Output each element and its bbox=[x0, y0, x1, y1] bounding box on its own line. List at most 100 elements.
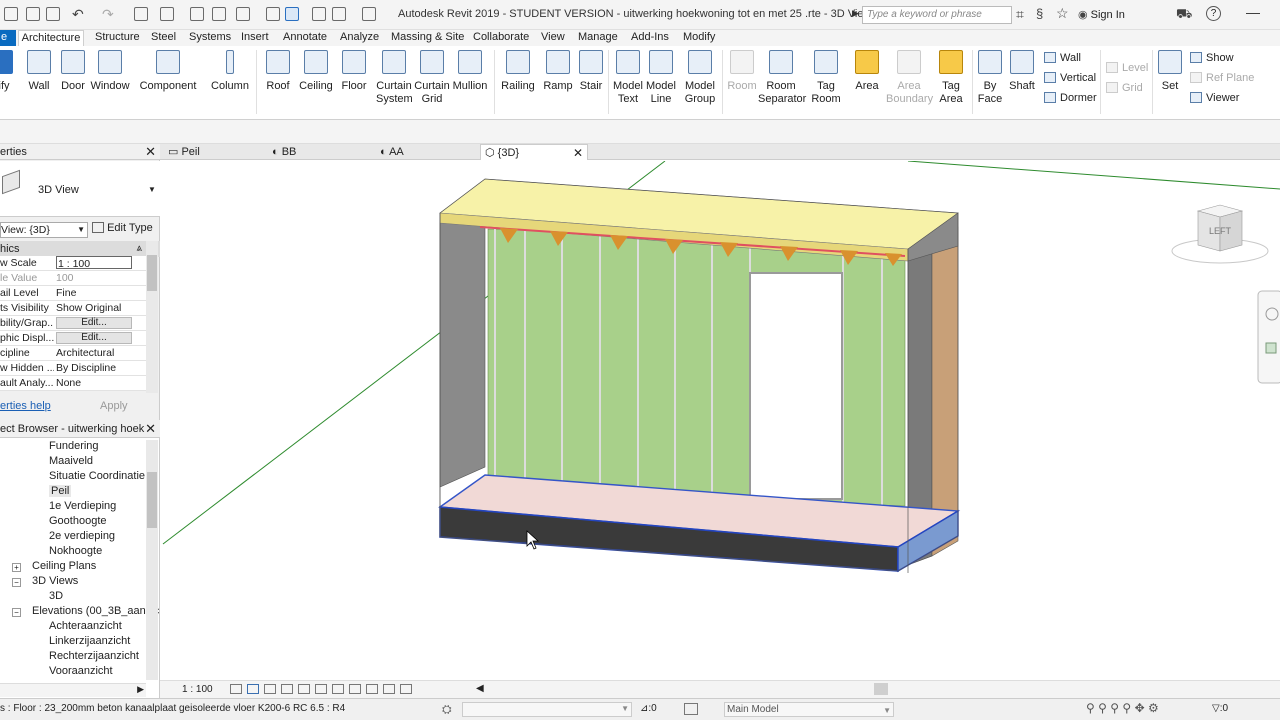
browser-tree-item[interactable]: Situatie Coordinatie bbox=[49, 470, 145, 482]
tab-add-ins[interactable]: Add-Ins bbox=[631, 30, 669, 46]
crop-view-icon[interactable] bbox=[298, 684, 310, 694]
room-button[interactable]: Room bbox=[726, 50, 758, 93]
door-button[interactable]: Door bbox=[58, 50, 88, 93]
browser-tree-item[interactable]: Nokhoogte bbox=[49, 545, 102, 557]
browser-h-scrollbar[interactable]: ▶ bbox=[0, 683, 146, 697]
tree-expander-icon[interactable]: − bbox=[12, 608, 21, 617]
select-underlay-icon[interactable]: ⚲ bbox=[1098, 701, 1107, 715]
play-icon[interactable]: ▶ bbox=[852, 8, 859, 19]
view-scale[interactable]: 1 : 100 bbox=[182, 684, 213, 695]
favorites-star-icon[interactable]: ☆ bbox=[1056, 5, 1069, 22]
sync-icon[interactable] bbox=[46, 7, 60, 21]
browser-tree-item[interactable]: Rechterzijaanzicht bbox=[49, 650, 139, 662]
tag-icon[interactable] bbox=[212, 7, 226, 21]
property-value[interactable]: Architectural bbox=[56, 346, 144, 360]
cart-icon[interactable]: ⛟ bbox=[1176, 6, 1192, 24]
tab-analyze[interactable]: Analyze bbox=[340, 30, 379, 46]
area-boundary-button[interactable]: Area Boundary bbox=[886, 50, 933, 106]
browser-tree-item[interactable]: Peil bbox=[49, 485, 72, 497]
redo-icon[interactable]: ↷ bbox=[102, 6, 114, 23]
vertical-button[interactable]: Vertical bbox=[1044, 72, 1096, 84]
property-value-input[interactable]: 1 : 100 bbox=[56, 256, 132, 269]
level-button[interactable]: Level bbox=[1106, 62, 1148, 74]
save-icon[interactable] bbox=[26, 7, 40, 21]
show-button[interactable]: Show bbox=[1190, 52, 1234, 64]
subscription-icon[interactable]: § bbox=[1036, 6, 1043, 21]
property-value[interactable]: None bbox=[56, 376, 144, 390]
scrollbar-thumb[interactable] bbox=[147, 472, 157, 528]
editable-only-count[interactable]: ⊿:0 bbox=[640, 703, 657, 714]
browser-tree-item[interactable]: Vooraanzicht bbox=[49, 665, 113, 677]
by-face-button[interactable]: By Face bbox=[976, 50, 1004, 106]
properties-scrollbar[interactable] bbox=[146, 241, 158, 393]
scroll-left-icon[interactable]: ◀ bbox=[476, 683, 484, 694]
tab-architecture[interactable]: Architecture bbox=[18, 30, 84, 46]
sign-in-button[interactable]: ◉ Sign In bbox=[1078, 8, 1125, 21]
roof-button[interactable]: Roof bbox=[263, 50, 293, 93]
canvas-h-scrollbar-thumb[interactable] bbox=[874, 683, 888, 695]
ref-plane-button[interactable]: Ref Plane bbox=[1190, 72, 1254, 84]
property-value[interactable]: Fine bbox=[56, 286, 144, 300]
stair-button[interactable]: Stair bbox=[576, 50, 606, 93]
dimension-icon[interactable] bbox=[190, 7, 204, 21]
column-button[interactable]: Column bbox=[210, 50, 250, 93]
temp-hide-icon[interactable] bbox=[349, 684, 361, 694]
sun-path-icon[interactable] bbox=[264, 684, 276, 694]
browser-tree-item[interactable]: 3D bbox=[49, 590, 63, 602]
select-by-face-icon[interactable]: ⚲ bbox=[1122, 701, 1131, 715]
curtain-system-button[interactable]: Curtain System bbox=[376, 50, 413, 106]
tab-massing-site[interactable]: Massing & Site bbox=[391, 30, 464, 46]
close-hidden-icon[interactable] bbox=[312, 7, 326, 21]
viewcube[interactable]: LEFT bbox=[1171, 204, 1269, 264]
wall-button[interactable]: Wall bbox=[24, 50, 54, 93]
tag-area-button[interactable]: Tag Area bbox=[936, 50, 966, 106]
room-separator-button[interactable]: Room Separator bbox=[758, 50, 806, 106]
properties-help-link[interactable]: erties help bbox=[0, 400, 51, 412]
customize-icon[interactable] bbox=[362, 7, 376, 21]
model-text-button[interactable]: Model Text bbox=[612, 50, 644, 106]
vg-overrides-edit-button[interactable]: Edit... bbox=[56, 317, 132, 329]
tab-insert[interactable]: Insert bbox=[241, 30, 269, 46]
tree-expander-icon[interactable]: + bbox=[12, 563, 21, 572]
browser-tree-item[interactable]: Achteraanzicht bbox=[49, 620, 122, 632]
shaft-button[interactable]: Shaft bbox=[1006, 50, 1038, 93]
undo-icon[interactable]: ↶ bbox=[72, 6, 84, 23]
railing-button[interactable]: Railing bbox=[500, 50, 536, 93]
scrollbar-thumb[interactable] bbox=[147, 255, 157, 291]
tree-expander-icon[interactable]: − bbox=[12, 578, 21, 587]
search-input[interactable]: Type a keyword or phrase bbox=[862, 6, 1012, 24]
tab-file[interactable]: e bbox=[0, 30, 16, 46]
tag-room-button[interactable]: Tag Room bbox=[809, 50, 843, 106]
highlight-displacement-icon[interactable] bbox=[400, 684, 412, 694]
select-links-icon[interactable]: ⚲ bbox=[1086, 701, 1095, 715]
wall-opening-button[interactable]: Wall bbox=[1044, 52, 1081, 64]
drag-elements-icon[interactable]: ✥ bbox=[1135, 701, 1145, 715]
browser-tree-item[interactable]: Linkerzijaanzicht bbox=[49, 635, 130, 647]
visual-style-icon[interactable] bbox=[247, 684, 259, 694]
drawing-area[interactable]: LEFT bbox=[160, 160, 1280, 680]
filter-count[interactable]: ▽:0 bbox=[1212, 703, 1228, 714]
ceiling-button[interactable]: Ceiling bbox=[298, 50, 334, 93]
component-button[interactable]: Component bbox=[138, 50, 198, 93]
scroll-right-icon[interactable]: ▶ bbox=[137, 684, 144, 695]
show-crop-icon[interactable] bbox=[315, 684, 327, 694]
browser-tree-item[interactable]: Fundering bbox=[49, 440, 99, 452]
open-icon[interactable] bbox=[4, 7, 18, 21]
navigation-bar[interactable] bbox=[1257, 290, 1280, 384]
print-icon[interactable] bbox=[134, 7, 148, 21]
graphic-display-edit-button[interactable]: Edit... bbox=[56, 332, 132, 344]
set-button[interactable]: Set bbox=[1156, 50, 1184, 93]
default-3d-view-icon[interactable] bbox=[236, 7, 250, 21]
browser-tree-item[interactable]: Goothoogte bbox=[49, 515, 107, 527]
ramp-button[interactable]: Ramp bbox=[541, 50, 575, 93]
browser-tree-item[interactable]: 3D Views bbox=[32, 575, 78, 587]
type-selector[interactable]: 3D View ▼ bbox=[0, 161, 160, 217]
dormer-button[interactable]: Dormer bbox=[1044, 92, 1097, 104]
tab-annotate[interactable]: Annotate bbox=[283, 30, 327, 46]
property-value[interactable]: Show Original bbox=[56, 301, 144, 315]
browser-tree-item[interactable]: 1e Verdieping bbox=[49, 500, 116, 512]
curtain-grid-button[interactable]: Curtain Grid bbox=[414, 50, 450, 106]
view-tab-bb[interactable]: ◐ BB bbox=[272, 144, 372, 160]
analytical-model-icon[interactable] bbox=[383, 684, 395, 694]
window-button[interactable]: Window bbox=[90, 50, 130, 93]
